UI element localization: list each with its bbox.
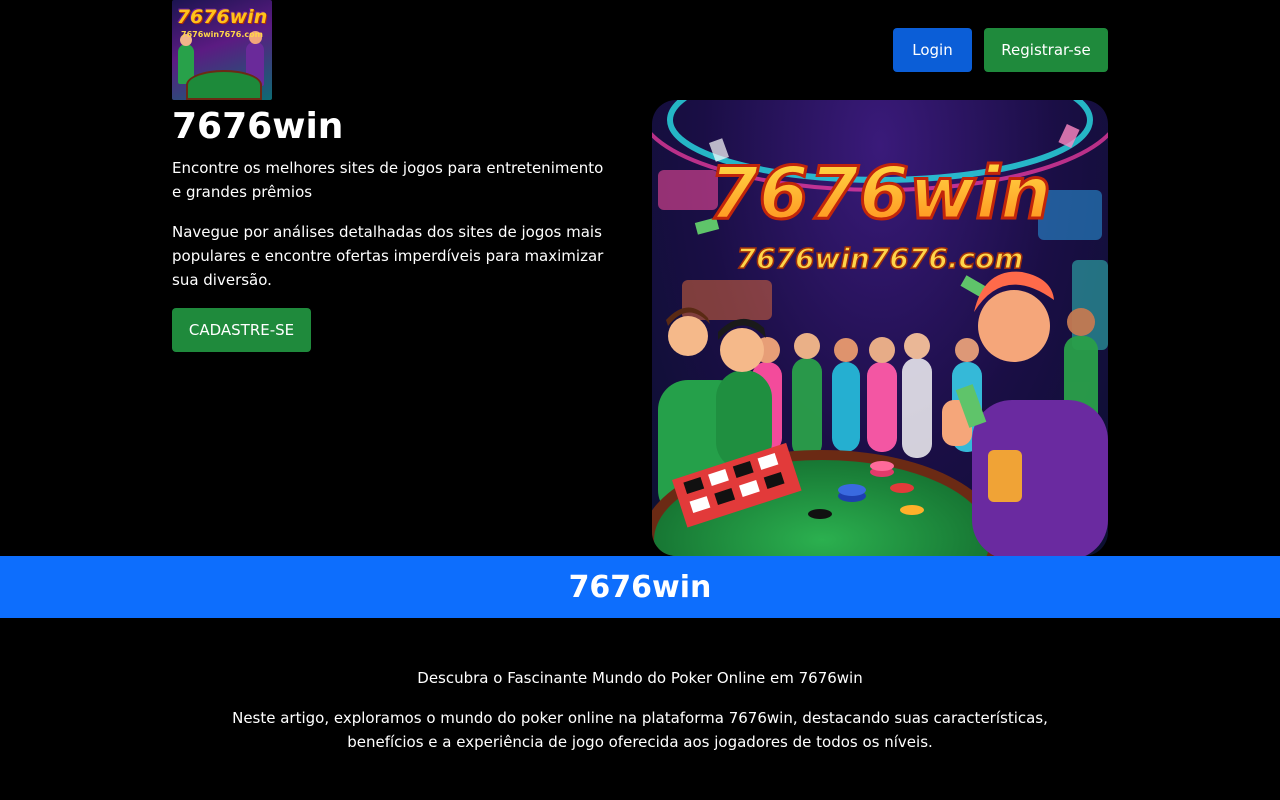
hero-illustration: 7676win 7676win7676.com — [652, 100, 1108, 556]
article-body: Neste artigo, exploramos o mundo do poke… — [232, 709, 1048, 751]
site-logo[interactable]: 7676win 7676win7676.com — [172, 0, 272, 100]
logo-subtitle: 7676win7676.com — [181, 30, 263, 39]
illustration-subtitle: 7676win7676.com — [737, 242, 1024, 275]
logo-casino-table — [186, 70, 262, 100]
login-button[interactable]: Login — [893, 28, 972, 72]
article-heading: Descubra o Fascinante Mundo do Poker Onl… — [417, 669, 863, 687]
signup-cta-button[interactable]: CADASTRE-SE — [172, 308, 311, 352]
hero-lead: Encontre os melhores sites de jogos para… — [172, 159, 604, 201]
banner-title: 7676win — [568, 569, 712, 605]
hero-title: 7676win — [172, 106, 344, 147]
register-button[interactable]: Registrar-se — [984, 28, 1108, 72]
hero-illustration-art: 7676win 7676win7676.com — [652, 100, 1108, 556]
illustration-title: 7676win — [709, 151, 1052, 235]
title-banner: 7676win — [0, 556, 1280, 618]
hero-description: Navegue por análises detalhadas dos site… — [172, 223, 604, 289]
logo-title: 7676win — [176, 6, 268, 28]
page: 7676win 7676win7676.com Login Registrar-… — [0, 0, 1280, 800]
